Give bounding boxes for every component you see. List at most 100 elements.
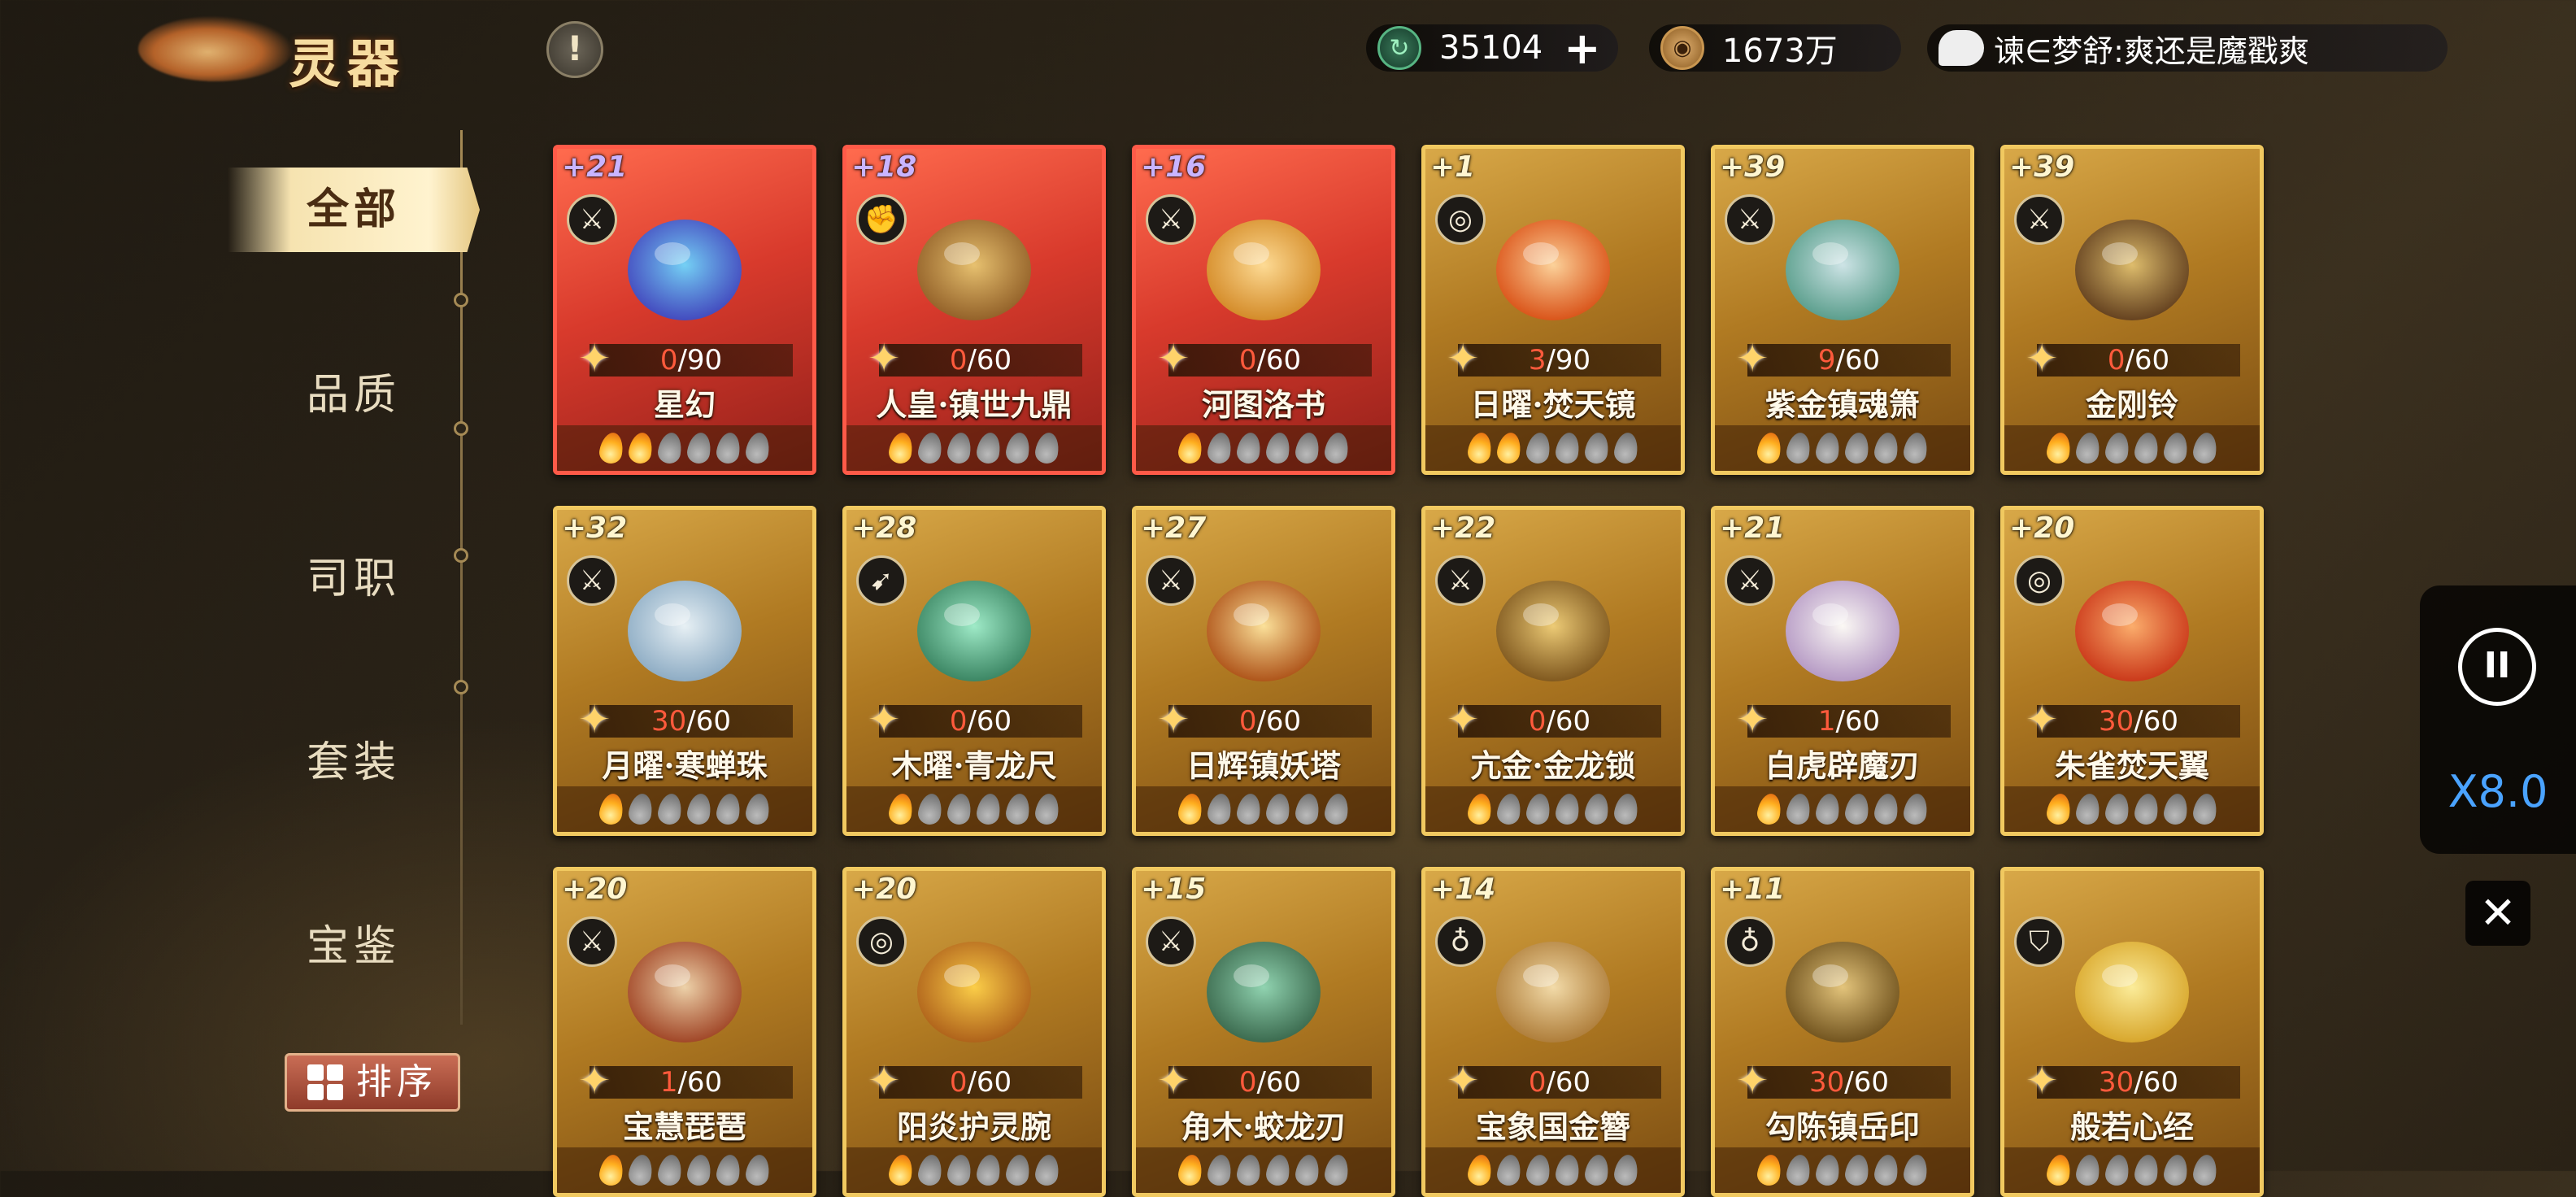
star-icon: ✦ bbox=[1736, 697, 1769, 742]
flame-lit-icon bbox=[886, 430, 916, 466]
enhance-level: +21 bbox=[1720, 511, 1786, 545]
artifact-card[interactable]: +20 ◎ 0/60 ✦ 阳炎护灵腕 bbox=[842, 867, 1106, 1197]
flame-unlit-icon bbox=[1582, 791, 1612, 827]
phoenix-wings-icon bbox=[2055, 554, 2209, 700]
star-rank-flames bbox=[557, 1147, 812, 1193]
sidebar-item-quality[interactable]: 品质 bbox=[228, 353, 480, 437]
chat-bar[interactable]: 谏∈梦舒:爽还是魔戳爽 bbox=[1927, 24, 2448, 72]
star-rank-flames bbox=[2004, 1147, 2260, 1193]
flame-unlit-icon bbox=[1612, 791, 1641, 827]
artifact-card[interactable]: +1 ◎ 3/90 ✦ 日曜·焚天镜 bbox=[1421, 145, 1685, 475]
exp-max: /60 bbox=[1256, 1066, 1302, 1099]
enhance-level: +20 bbox=[851, 873, 917, 906]
artifact-card[interactable]: +32 ⚔ 30/60 ✦ 月曜·寒蝉珠 bbox=[553, 506, 816, 836]
artifact-card[interactable]: +15 ⚔ 0/60 ✦ 角木·蛟龙刃 bbox=[1132, 867, 1395, 1197]
artifact-name: 白虎辟魔刃 bbox=[1764, 747, 1920, 784]
flame-unlit-icon bbox=[1872, 430, 1901, 466]
artifact-name: 般若心经 bbox=[2069, 1108, 2194, 1145]
role-sword-icon: ⚔ bbox=[1435, 555, 1486, 606]
flame-unlit-icon bbox=[1205, 791, 1234, 827]
artifact-card[interactable]: +39 ⚔ 9/60 ✦ 紫金镇魂箫 bbox=[1711, 145, 1974, 475]
role-sword-icon: ⚔ bbox=[1725, 555, 1775, 606]
artifact-name: 木曜·青龙尺 bbox=[891, 747, 1057, 784]
flame-unlit-icon bbox=[1205, 1152, 1234, 1188]
star-icon: ✦ bbox=[2026, 336, 2059, 381]
artifact-card[interactable]: +20 ⚔ 1/60 ✦ 宝慧琵琶 bbox=[553, 867, 816, 1197]
artifact-name: 金刚铃 bbox=[2085, 386, 2178, 423]
exp-current: 30 bbox=[2099, 1066, 2134, 1099]
coin-icon: ◉ bbox=[1660, 26, 1704, 70]
flame-unlit-icon bbox=[1813, 430, 1843, 466]
flame-lit-icon bbox=[2044, 1152, 2073, 1188]
flame-unlit-icon bbox=[1843, 430, 1872, 466]
artifact-name: 河图洛书 bbox=[1201, 386, 1325, 423]
star-rank-flames bbox=[2004, 425, 2260, 471]
add-jade-button[interactable]: + bbox=[1564, 23, 1600, 74]
artifact-card[interactable]: +22 ⚔ 0/60 ✦ 亢金·金龙锁 bbox=[1421, 506, 1685, 836]
enhance-level: +21 bbox=[562, 150, 628, 184]
enhance-level: +20 bbox=[562, 873, 628, 906]
artifact-name: 人皇·镇世九鼎 bbox=[876, 386, 1073, 423]
flame-unlit-icon bbox=[1293, 791, 1322, 827]
enhance-level: +39 bbox=[1720, 150, 1786, 184]
artifact-card[interactable]: +39 ⚔ 0/60 ✦ 金刚铃 bbox=[2000, 145, 2264, 475]
artifact-card[interactable]: +14 ♁ 0/60 ✦ 宝象国金簪 bbox=[1421, 867, 1685, 1197]
sidebar-item-set[interactable]: 套装 bbox=[228, 720, 480, 805]
flame-unlit-icon bbox=[2132, 791, 2161, 827]
close-button[interactable]: ✕ bbox=[2465, 881, 2530, 946]
artifact-card[interactable]: +28 ➹ 0/60 ✦ 木曜·青龙尺 bbox=[842, 506, 1106, 836]
artifact-card[interactable]: +21 ⚔ 0/90 ✦ 星幻 bbox=[553, 145, 816, 475]
speed-label[interactable]: X8.0 bbox=[2420, 766, 2576, 817]
flame-unlit-icon bbox=[2161, 430, 2191, 466]
star-icon: ✦ bbox=[1447, 1058, 1480, 1103]
exp-max: /60 bbox=[1546, 1066, 1591, 1099]
artifact-card[interactable]: +21 ⚔ 1/60 ✦ 白虎辟魔刃 bbox=[1711, 506, 1974, 836]
top-bar: 灵器 ! ↻ 35104 + ◉ 1673万 谏∈梦舒:爽还是魔戳爽 bbox=[0, 0, 2576, 98]
jade-flute-icon bbox=[1765, 193, 1920, 339]
artifact-name: 阳炎护灵腕 bbox=[896, 1108, 1051, 1145]
sidebar-item-collection[interactable]: 宝鉴 bbox=[228, 904, 480, 989]
exp-max: /60 bbox=[1256, 705, 1302, 738]
exp-max: /60 bbox=[1835, 705, 1881, 738]
golden-scroll-icon bbox=[1186, 193, 1341, 339]
star-rank-flames bbox=[846, 786, 1102, 832]
flame-unlit-icon bbox=[2191, 791, 2220, 827]
sidebar-item-all[interactable]: 全部 bbox=[228, 168, 480, 252]
exp-max: /60 bbox=[677, 1066, 723, 1099]
star-rank-flames bbox=[846, 1147, 1102, 1193]
artifact-card[interactable]: +18 ✊ 0/60 ✦ 人皇·镇世九鼎 bbox=[842, 145, 1106, 475]
info-button[interactable]: ! bbox=[546, 21, 603, 78]
flame-unlit-icon bbox=[1901, 430, 1930, 466]
artifact-name: 角木·蛟龙刃 bbox=[1181, 1108, 1347, 1145]
flame-unlit-icon bbox=[974, 791, 1003, 827]
artifact-card[interactable]: +27 ⚔ 0/60 ✦ 日辉镇妖塔 bbox=[1132, 506, 1395, 836]
star-icon: ✦ bbox=[868, 697, 901, 742]
flame-unlit-icon bbox=[1784, 430, 1813, 466]
vajra-bell-icon bbox=[2055, 193, 2209, 339]
flame-unlit-icon bbox=[1612, 430, 1641, 466]
flame-unlit-icon bbox=[1524, 791, 1553, 827]
flame-unlit-icon bbox=[1843, 791, 1872, 827]
artifact-card[interactable]: +11 ♁ 30/60 ✦ 勾陈镇岳印 bbox=[1711, 867, 1974, 1197]
flame-unlit-icon bbox=[626, 791, 655, 827]
artifact-card[interactable]: ⛉ 30/60 ✦ 般若心经 bbox=[2000, 867, 2264, 1197]
flame-lit-icon bbox=[1465, 791, 1495, 827]
pause-button[interactable]: II bbox=[2458, 628, 2536, 706]
flame-unlit-icon bbox=[1234, 1152, 1264, 1188]
flame-unlit-icon bbox=[714, 1152, 743, 1188]
coin-currency: ◉ 1673万 bbox=[1649, 24, 1901, 72]
artifact-card[interactable]: +16 ⚔ 0/60 ✦ 河图洛书 bbox=[1132, 145, 1395, 475]
artifact-card[interactable]: +20 ◎ 30/60 ✦ 朱雀焚天翼 bbox=[2000, 506, 2264, 836]
exp-current: 0 bbox=[2107, 344, 2126, 377]
flame-lit-icon bbox=[1495, 430, 1524, 466]
sort-label: 排序 bbox=[356, 1061, 437, 1103]
exp-max: /60 bbox=[967, 705, 1012, 738]
flame-unlit-icon bbox=[2161, 1152, 2191, 1188]
flame-unlit-icon bbox=[1901, 1152, 1930, 1188]
page-title: 灵器 bbox=[289, 34, 406, 95]
sort-button[interactable]: 排序 bbox=[285, 1053, 460, 1112]
exp-current: 0 bbox=[659, 344, 678, 377]
exp-max: /90 bbox=[677, 344, 723, 377]
sidebar-item-role[interactable]: 司职 bbox=[228, 537, 480, 621]
role-sword-icon: ⚔ bbox=[567, 555, 617, 606]
